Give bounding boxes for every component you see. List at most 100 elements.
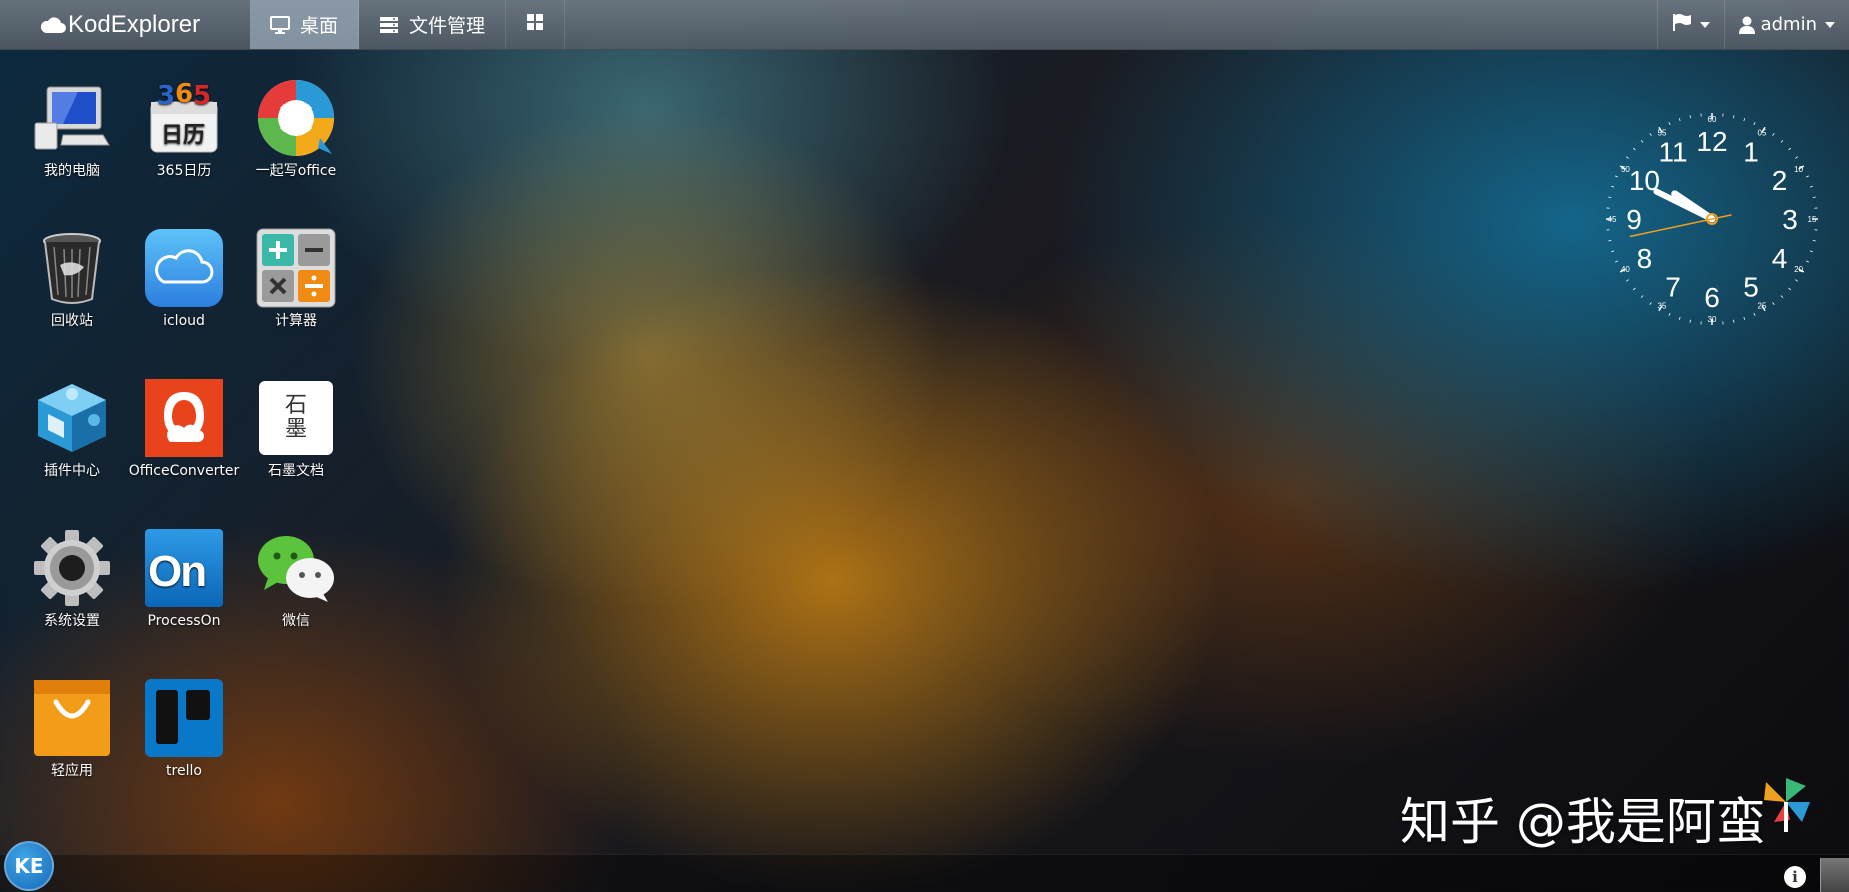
tab-file-manager[interactable]: 文件管理 — [359, 0, 507, 49]
clock-minute-hand — [1653, 188, 1715, 222]
clock-tick — [1615, 175, 1619, 178]
clock-hour-number: 3 — [1782, 204, 1798, 235]
grid-icon — [526, 13, 544, 36]
clock-tick — [1795, 279, 1798, 282]
clock-tick — [1668, 122, 1671, 126]
watermark-text: 知乎 @我是阿蛮 — [1400, 793, 1766, 851]
user-name: admin — [1760, 14, 1817, 35]
clock-hour-number: 8 — [1637, 243, 1653, 274]
clock-tick — [1772, 133, 1775, 136]
desktop-icon-calendar-365[interactable]: 3 6 5 日历 365日历 — [128, 78, 240, 182]
clock-tick — [1780, 139, 1784, 143]
clock-tick — [1608, 196, 1612, 198]
clock-hour-number: 12 — [1696, 126, 1727, 157]
cloud-logo-icon — [40, 16, 66, 33]
clock-minute-number: 25 — [1758, 302, 1767, 311]
tab-apps-grid[interactable] — [506, 0, 566, 49]
settings-gear-icon — [32, 528, 112, 608]
user-icon — [1738, 16, 1755, 34]
light-app-bag-icon — [32, 678, 112, 758]
clock-tick — [1626, 279, 1629, 282]
svg-text:6: 6 — [175, 80, 193, 109]
clock-tick — [1678, 316, 1681, 320]
clock-tick — [1805, 175, 1809, 178]
clock-tick — [1812, 196, 1816, 198]
clock-hour-number: 2 — [1772, 165, 1788, 196]
clock-minute-number: 40 — [1621, 265, 1630, 274]
desktop-icon-my-computer[interactable]: 我的电脑 — [16, 78, 128, 182]
clock-tick — [1812, 240, 1816, 242]
recycle-bin-icon — [32, 228, 112, 308]
clock-minute-number: 55 — [1658, 128, 1667, 137]
clock-tick — [1795, 156, 1798, 159]
clock-minute-number: 20 — [1794, 265, 1803, 274]
clock-minute-number: 45 — [1608, 215, 1617, 224]
desktop-icon-label: 我的电脑 — [44, 163, 100, 179]
clock-tick — [1649, 133, 1652, 136]
start-button-label: KE — [14, 854, 44, 878]
desktop-icon-office-converter[interactable]: OfficeConverter — [128, 378, 240, 482]
clock-tick — [1689, 115, 1691, 119]
desktop-icon-processon[interactable]: On ProcessOn — [128, 528, 240, 632]
desktop-icon-label: ProcessOn — [147, 613, 221, 629]
clock-hour-number: 11 — [1658, 136, 1687, 167]
desktop-icon-plugin-center[interactable]: 插件中心 — [16, 378, 128, 482]
analog-clock-widget[interactable]: 12 1 2 3 4 5 6 7 8 9 10 11 60 05 10 15 20 25 30 35 40 45 50 55 — [1603, 110, 1821, 328]
tab-desktop[interactable]: 桌面 — [250, 0, 360, 49]
clock-tick — [1733, 115, 1735, 119]
shimo-logo-text: 石 墨 — [259, 381, 333, 455]
language-menu-button[interactable] — [1656, 0, 1724, 49]
monitor-icon — [270, 15, 290, 34]
clock-minute-number: 35 — [1658, 302, 1667, 311]
app-title: KodExplorer — [68, 10, 201, 38]
chevron-down-icon — [1699, 21, 1710, 28]
desktop-icon-label: 365日历 — [156, 163, 212, 179]
clock-hour-number: 4 — [1772, 243, 1788, 274]
desktop-icon-shimo-docs[interactable]: 石 墨 石墨文档 — [240, 378, 352, 482]
desktop-icon-label: trello — [166, 763, 202, 779]
start-button[interactable]: KE — [4, 841, 54, 891]
office-converter-icon — [144, 378, 224, 458]
desktop-icon-wechat[interactable]: 微信 — [240, 528, 352, 632]
taskbar — [0, 854, 1849, 892]
clock-minute-number: 30 — [1708, 315, 1717, 324]
clock-tick — [1668, 312, 1671, 316]
clock-tick — [1780, 295, 1784, 299]
clock-tick — [1678, 118, 1681, 122]
clock-minute-number: 10 — [1794, 165, 1803, 174]
icloud-icon — [144, 228, 224, 308]
top-right-menu: admin — [1656, 0, 1849, 49]
desktop-icon-icloud[interactable]: icloud — [128, 228, 240, 332]
flag-icon — [1672, 13, 1692, 36]
clock-tick — [1640, 139, 1644, 143]
desktop-icon-recycle-bin[interactable]: 回收站 — [16, 228, 128, 332]
info-icon: i — [1792, 868, 1798, 886]
clock-hour-number: 9 — [1626, 204, 1642, 235]
yiqixie-office-icon — [256, 78, 336, 158]
desktop-icon-label: 回收站 — [51, 313, 93, 329]
desktop-icon-light-apps[interactable]: 轻应用 — [16, 678, 128, 782]
calculator-icon — [256, 228, 336, 308]
clock-hour-number: 5 — [1743, 272, 1759, 303]
user-menu-button[interactable]: admin — [1723, 0, 1849, 49]
clock-tick — [1640, 295, 1644, 299]
clock-tick — [1753, 122, 1756, 126]
show-desktop-button[interactable] — [1820, 858, 1849, 892]
desktop-icon-trello[interactable]: trello — [128, 678, 240, 782]
clock-tick — [1772, 302, 1775, 305]
clock-tick — [1743, 118, 1746, 122]
shimo-docs-icon: 石 墨 — [256, 378, 336, 458]
clock-minute-number: 60 — [1708, 115, 1717, 124]
info-button[interactable]: i — [1784, 866, 1806, 888]
desktop-icon-yiqixie-office[interactable]: 一起写office — [240, 78, 352, 182]
app-brand[interactable]: KodExplorer — [0, 0, 250, 49]
processon-logo-text: On — [148, 547, 205, 596]
desktop-icon-calculator[interactable]: 计算器 — [240, 228, 352, 332]
desktop-icon-system-settings[interactable]: 系统设置 — [16, 528, 128, 632]
tab-desktop-label: 桌面 — [300, 15, 339, 37]
clock-tick — [1649, 302, 1652, 305]
clock-tick — [1626, 156, 1629, 159]
desktop-icon-label: 系统设置 — [44, 613, 100, 629]
clock-tick — [1753, 312, 1756, 316]
clock-tick — [1611, 185, 1615, 188]
